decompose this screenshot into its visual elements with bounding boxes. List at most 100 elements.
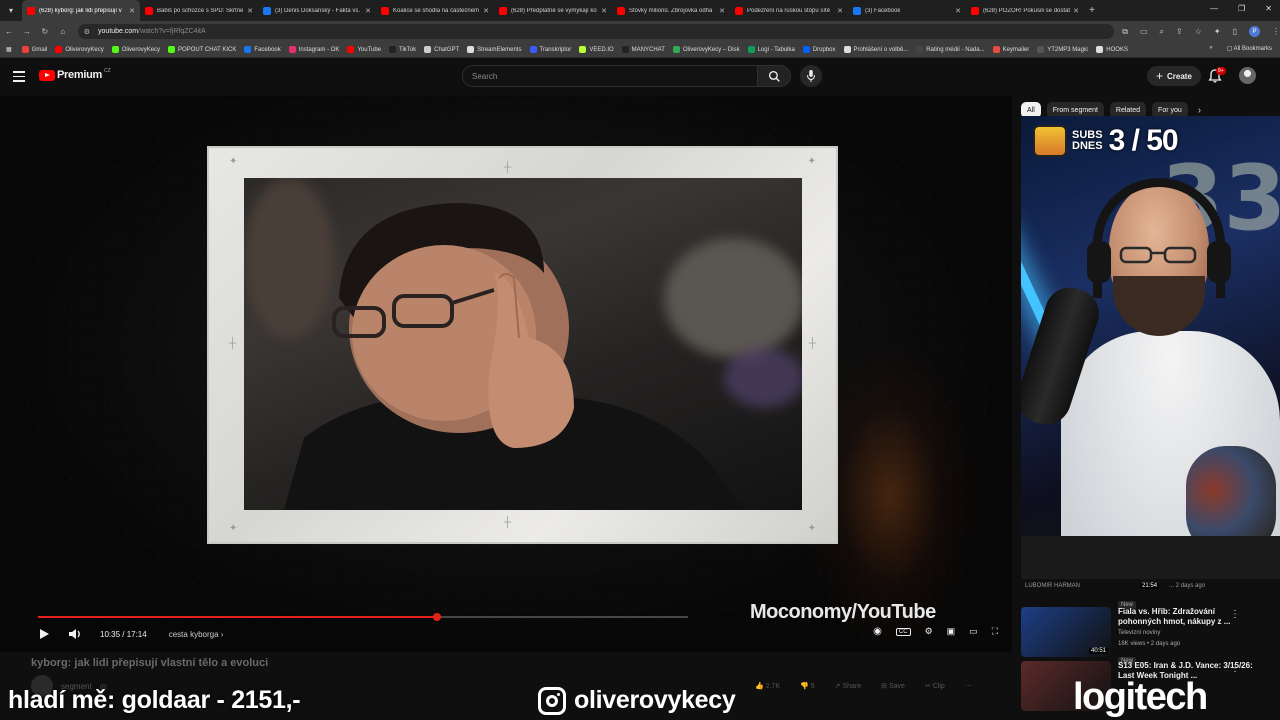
- tab-close-icon[interactable]: ✕: [247, 7, 253, 15]
- browser-tab[interactable]: (3) Facebook ✕: [848, 0, 966, 21]
- tab-close-icon[interactable]: ✕: [129, 7, 135, 15]
- miniplayer-icon[interactable]: ▣: [947, 626, 956, 637]
- zoom-icon[interactable]: ⌕: [1160, 27, 1164, 37]
- save-button[interactable]: ⊞ Save: [881, 682, 905, 690]
- tab-title: Babiš po schůzce s SPD: Škrtne: [157, 7, 244, 14]
- voice-search-button[interactable]: [800, 65, 822, 87]
- address-bar[interactable]: ⚙ youtube.com/watch?v=fjRfqZC4itA: [77, 24, 1115, 39]
- bookmark-item[interactable]: OliverovyKecy – Disk: [672, 46, 740, 53]
- back-icon[interactable]: ←: [0, 27, 18, 36]
- play-icon[interactable]: [38, 628, 50, 640]
- youtube-logo[interactable]: Premium CZ: [39, 68, 111, 81]
- volume-icon[interactable]: [68, 628, 82, 640]
- toolbar-icons: ⧉ ▭ ⌕ ⇪ ☆ ✦ ▯ P ⋮: [1122, 26, 1280, 37]
- progress-bar[interactable]: [38, 613, 688, 621]
- tab-close-icon[interactable]: ✕: [601, 7, 607, 15]
- rec-more-icon[interactable]: ⋮: [1230, 663, 1240, 674]
- clip-button[interactable]: ✂ Clip: [925, 682, 945, 690]
- extensions-icon[interactable]: ✦: [1214, 27, 1221, 36]
- search-input[interactable]: Search: [462, 65, 758, 87]
- settings-gear-icon[interactable]: ⚙: [925, 626, 933, 637]
- tab-close-icon[interactable]: ✕: [719, 7, 725, 15]
- browser-tab[interactable]: Babiš po schůzce s SPD: Škrtne ✕: [140, 0, 258, 21]
- bookmark-item[interactable]: Dropbox: [802, 46, 836, 53]
- bookmark-item[interactable]: Instagram - OK: [288, 46, 339, 53]
- bookmark-item[interactable]: TikTok: [389, 46, 416, 53]
- sidebar-icon[interactable]: ▯: [1233, 27, 1237, 36]
- notification-count-badge: 9+: [1216, 67, 1226, 75]
- tab-close-icon[interactable]: ✕: [483, 7, 489, 15]
- bookmark-item[interactable]: Rating médií - Nada...: [916, 46, 985, 53]
- browser-tab[interactable]: Stovky milionů. Zbrojovka odha ✕: [612, 0, 730, 21]
- recommendation-item[interactable]: 40:51 Fiala vs. Hřib: Zdražování pohonnýc…: [1021, 607, 1280, 665]
- dislike-button[interactable]: 👎 5: [800, 682, 815, 690]
- new-tab-icon[interactable]: +: [1084, 5, 1100, 16]
- search-button[interactable]: [757, 65, 791, 87]
- rec-thumbnail[interactable]: 40:51: [1021, 607, 1111, 657]
- bookmark-item[interactable]: Keymailer: [992, 46, 1030, 53]
- browser-tab[interactable]: (628) kyborg: jak lidi přepisují v ✕: [22, 0, 140, 21]
- menu-icon[interactable]: ⋮: [1272, 27, 1280, 36]
- tab-close-icon[interactable]: ✕: [365, 7, 371, 15]
- bookmarks-overflow-icon[interactable]: »: [1209, 45, 1212, 52]
- tab-close-icon[interactable]: ✕: [1073, 7, 1079, 15]
- bookmark-star-icon[interactable]: ☆: [1195, 27, 1202, 36]
- site-info-icon[interactable]: ⚙: [84, 28, 90, 36]
- close-window-icon[interactable]: ✕: [1265, 4, 1272, 13]
- bookmark-item[interactable]: MANYCHAT: [621, 46, 665, 53]
- share-button[interactable]: ↗ Share: [835, 682, 862, 690]
- autoplay-toggle-icon[interactable]: ◉: [873, 626, 882, 637]
- maximize-icon[interactable]: ❐: [1238, 4, 1245, 13]
- rec-more-icon[interactable]: ⋮: [1230, 609, 1240, 620]
- bookmark-item[interactable]: VEED.IO: [579, 46, 614, 53]
- all-bookmarks[interactable]: ▢ All Bookmarks: [1227, 45, 1272, 52]
- bookmark-label: MANYCHAT: [631, 46, 665, 53]
- video-player[interactable]: ✦ ✦ ✦ ✦ ┼ ┼ ┼ ┼ Moconomy/YouTube 10:35 /…: [0, 96, 1012, 652]
- chapter-title[interactable]: cesta kyborga ›: [169, 630, 224, 639]
- browser-tab[interactable]: (3) Denis Doksanský - Fakta vs. ✕: [258, 0, 376, 21]
- browser-tab[interactable]: Koalice se shodla na částečném ✕: [376, 0, 494, 21]
- translate-icon[interactable]: ⧉: [1122, 27, 1128, 37]
- forward-icon[interactable]: →: [18, 27, 36, 36]
- rec-partial-meta: ... 2 days ago: [1169, 583, 1206, 589]
- browser-tab[interactable]: (628) Předplatné se vymykají ko ✕: [494, 0, 612, 21]
- minimize-icon[interactable]: —: [1210, 4, 1218, 13]
- bookmark-item[interactable]: Transkriptor: [529, 46, 571, 53]
- bookmark-item[interactable]: Gmail: [21, 46, 47, 53]
- account-avatar[interactable]: [1239, 67, 1256, 84]
- bookmark-item[interactable]: POPOUT CHAT KICK: [168, 46, 236, 53]
- browser-tab[interactable]: Podezření na ruskou stopu sítě ✕: [730, 0, 848, 21]
- bookmark-item[interactable]: OliverovyKecy: [55, 46, 104, 53]
- browser-tab[interactable]: (628) POZOR! Pokusili se dostat ✕: [966, 0, 1084, 21]
- bookmark-item[interactable]: Prohlášení o volbě...: [843, 46, 908, 53]
- subtitles-icon[interactable]: CC: [895, 627, 911, 636]
- bookmark-item[interactable]: Facebook: [244, 46, 281, 53]
- home-icon[interactable]: ⌂: [54, 27, 72, 36]
- profile-avatar[interactable]: P: [1249, 26, 1260, 37]
- bookmark-item[interactable]: ChatGPT: [424, 46, 459, 53]
- create-button[interactable]: + Create: [1147, 66, 1201, 86]
- bookmark-item[interactable]: Logi - Tabulka: [747, 46, 795, 53]
- theater-mode-icon[interactable]: ▭: [969, 626, 978, 637]
- tab-close-icon[interactable]: ✕: [837, 7, 843, 15]
- bookmark-item[interactable]: StreamElements: [467, 46, 522, 53]
- fullscreen-icon[interactable]: ⛶: [992, 626, 998, 637]
- guide-menu-icon[interactable]: [13, 71, 25, 85]
- bookmark-label: OliverovyKecy: [65, 46, 104, 53]
- cast-icon[interactable]: ▭: [1140, 27, 1148, 36]
- subs-label-line2: DNES: [1072, 140, 1103, 152]
- bookmark-label: Keymailer: [1002, 46, 1030, 53]
- share-icon[interactable]: ⇪: [1176, 27, 1183, 36]
- bookmark-item[interactable]: HOOKS: [1096, 46, 1128, 53]
- rec-item-partial[interactable]: LUBOMIR HARMAN 21:54 ... 2 days ago: [1021, 579, 1280, 593]
- reload-icon[interactable]: ↻: [36, 27, 54, 36]
- bookmark-item[interactable]: YT2MP3 Magic: [1037, 46, 1088, 53]
- like-button[interactable]: 👍 2.7K: [755, 682, 780, 690]
- tab-close-icon[interactable]: ✕: [955, 7, 961, 15]
- bookmark-item[interactable]: OliverovyKecy: [111, 46, 160, 53]
- chevron-right-icon[interactable]: ›: [1198, 105, 1201, 116]
- tab-search-icon[interactable]: ▾: [0, 0, 22, 21]
- more-actions-icon[interactable]: ⋯: [965, 682, 972, 690]
- bookmark-item[interactable]: YouTube: [347, 46, 381, 53]
- apps-icon[interactable]: ▦: [6, 46, 12, 53]
